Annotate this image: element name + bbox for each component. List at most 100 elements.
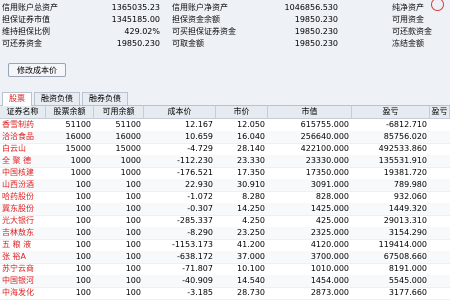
cell-value: 2873.000 bbox=[310, 288, 349, 297]
cell-price: 10.100 bbox=[237, 264, 265, 273]
cell-price: 14.540 bbox=[237, 276, 265, 285]
cell-value: 256640.000 bbox=[300, 132, 349, 141]
cell-price: 41.200 bbox=[237, 240, 265, 249]
summary-label: 可用资金 bbox=[392, 15, 424, 24]
cell-value: 3091.000 bbox=[310, 180, 349, 189]
cell-avail: 16000 bbox=[115, 132, 141, 141]
table-header: 证券名称 股票余额 可用余额 成本价 市价 市值 盈亏 盈亏 bbox=[0, 106, 450, 119]
cell-balance: 100 bbox=[75, 204, 91, 213]
cell-name: 五 粮 液 bbox=[2, 240, 32, 249]
summary-row: 可还券资金 19850.230 可取金额 19850.230 冻结金额 bbox=[0, 38, 450, 50]
cell-avail: 100 bbox=[125, 204, 141, 213]
account-summary: 信用账户总资产 1365035.23 信用账户净资产 1046856.530 纯净资产担… bbox=[0, 0, 450, 60]
cell-name: 中海发化 bbox=[2, 288, 34, 297]
cell-balance: 16000 bbox=[65, 132, 91, 141]
summary-value: 1046856.530 bbox=[284, 3, 338, 12]
cell-cost: -638.172 bbox=[177, 252, 213, 261]
cell-pl: 29013.310 bbox=[383, 216, 427, 225]
cell-balance: 100 bbox=[75, 192, 91, 201]
tab-1[interactable]: 融资负债 bbox=[34, 92, 80, 105]
column-header[interactable]: 市价 bbox=[216, 106, 268, 118]
cell-pl: 3177.660 bbox=[388, 288, 427, 297]
cell-price: 23.250 bbox=[237, 228, 265, 237]
cell-avail: 15000 bbox=[115, 144, 141, 153]
cell-name: 中国银河 bbox=[2, 276, 34, 285]
cell-name: 冀东股份 bbox=[2, 204, 34, 213]
column-header[interactable]: 可用余额 bbox=[94, 106, 144, 118]
cell-cost: -1153.173 bbox=[171, 240, 213, 249]
tab-2[interactable]: 融券负债 bbox=[82, 92, 128, 105]
cell-cost: -285.337 bbox=[177, 216, 213, 225]
cell-balance: 100 bbox=[75, 228, 91, 237]
cell-pl: 67508.660 bbox=[383, 252, 427, 261]
cell-cost: -1.072 bbox=[187, 192, 213, 201]
cell-cost: -8.290 bbox=[187, 228, 213, 237]
cell-cost: -71.807 bbox=[182, 264, 213, 273]
cell-price: 37.000 bbox=[237, 252, 265, 261]
cell-price: 23.330 bbox=[237, 156, 265, 165]
summary-label: 冻结金额 bbox=[392, 39, 424, 48]
cell-name: 白云山 bbox=[2, 144, 26, 153]
column-header[interactable]: 股票余额 bbox=[46, 106, 94, 118]
cell-balance: 15000 bbox=[65, 144, 91, 153]
summary-value: 19850.230 bbox=[294, 27, 338, 36]
cell-avail: 100 bbox=[125, 180, 141, 189]
cell-cost: -112.230 bbox=[177, 156, 213, 165]
summary-label: 可买担保证券资金 bbox=[172, 27, 236, 36]
column-header[interactable]: 盈亏 bbox=[352, 106, 430, 118]
cell-name: 苏宁云商 bbox=[2, 264, 34, 273]
cell-cost: 22.930 bbox=[185, 180, 213, 189]
summary-label: 可取金额 bbox=[172, 39, 204, 48]
cell-value: 828.000 bbox=[315, 192, 349, 201]
cell-name: 洽洽食品 bbox=[2, 132, 34, 141]
cell-avail: 100 bbox=[125, 192, 141, 201]
cell-value: 1425.000 bbox=[310, 204, 349, 213]
cell-pl: 932.060 bbox=[393, 192, 427, 201]
column-header[interactable]: 证券名称 bbox=[0, 106, 46, 118]
summary-value: 429.02% bbox=[124, 27, 160, 36]
cell-pl: 135531.910 bbox=[378, 156, 427, 165]
tab-0[interactable]: 股票 bbox=[2, 92, 32, 106]
cell-balance: 1000 bbox=[70, 156, 91, 165]
cell-price: 28.730 bbox=[237, 288, 265, 297]
cell-pl: 789.980 bbox=[393, 180, 427, 189]
cell-balance: 100 bbox=[75, 276, 91, 285]
summary-label: 担保证券市值 bbox=[2, 15, 50, 24]
cell-name: 光大银行 bbox=[2, 216, 34, 225]
cell-name: 全 聚 德 bbox=[2, 156, 32, 165]
cell-pl: 8191.000 bbox=[388, 264, 427, 273]
column-header[interactable]: 成本价 bbox=[144, 106, 216, 118]
change-cost-button[interactable]: 修改成本价 bbox=[8, 63, 66, 77]
summary-label: 纯净资产 bbox=[392, 3, 424, 12]
cell-balance: 100 bbox=[75, 216, 91, 225]
summary-label: 维持担保比例 bbox=[2, 27, 50, 36]
cell-pl: 19381.720 bbox=[383, 168, 427, 177]
summary-label: 可还券资金 bbox=[2, 39, 42, 48]
column-header[interactable]: 市值 bbox=[268, 106, 352, 118]
cell-avail: 100 bbox=[125, 216, 141, 225]
cell-balance: 100 bbox=[75, 288, 91, 297]
summary-label: 信用账户净资产 bbox=[172, 3, 228, 12]
summary-value: 19850.230 bbox=[116, 39, 160, 48]
cell-pl: 119414.000 bbox=[378, 240, 427, 249]
summary-row: 担保证券市值 1345185.00 担保资金余额 19850.230 可用资金 bbox=[0, 14, 450, 26]
cell-avail: 100 bbox=[125, 276, 141, 285]
cell-value: 3700.000 bbox=[310, 252, 349, 261]
summary-value: 1345185.00 bbox=[111, 15, 160, 24]
cell-name: 吉林敖东 bbox=[2, 228, 34, 237]
summary-label: 可还款资金 bbox=[392, 27, 432, 36]
cell-avail: 100 bbox=[125, 228, 141, 237]
cell-price: 4.250 bbox=[242, 216, 265, 225]
cell-value: 2325.000 bbox=[310, 228, 349, 237]
cell-avail: 100 bbox=[125, 288, 141, 297]
summary-value: 1365035.23 bbox=[111, 3, 160, 12]
cell-cost: -176.521 bbox=[177, 168, 213, 177]
cell-balance: 51100 bbox=[65, 120, 91, 129]
table-row[interactable]: 中海发化 100 100 -3.185 28.730 2873.000 3177.660 bbox=[0, 287, 450, 300]
cell-avail: 1000 bbox=[120, 156, 141, 165]
column-header[interactable]: 盈亏 bbox=[430, 106, 450, 118]
cell-value: 23330.000 bbox=[305, 156, 349, 165]
cell-value: 1454.000 bbox=[310, 276, 349, 285]
summary-value: 19850.230 bbox=[294, 39, 338, 48]
cell-name: 哈药股份 bbox=[2, 192, 34, 201]
